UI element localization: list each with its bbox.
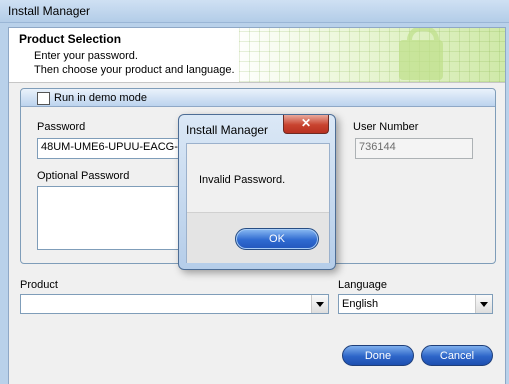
optional-password-label: Optional Password [37, 170, 130, 182]
product-label: Product [20, 279, 58, 291]
done-button[interactable]: Done [342, 345, 414, 366]
chevron-down-icon[interactable] [475, 295, 492, 313]
cancel-button[interactable]: Cancel [421, 345, 493, 366]
banner-title: Product Selection [19, 32, 122, 46]
product-selection-banner: Product Selection Enter your password. T… [9, 28, 505, 83]
window-title: Install Manager [8, 4, 91, 18]
product-select[interactable] [20, 294, 329, 314]
password-label: Password [37, 121, 86, 133]
language-select[interactable]: English [338, 294, 493, 314]
lock-icon [399, 28, 443, 80]
dialog-title: Install Manager [186, 123, 269, 137]
banner-instruction-1: Enter your password. [34, 50, 138, 62]
window-titlebar: Install Manager [0, 0, 509, 23]
dialog-message: Invalid Password. [199, 174, 286, 186]
password-input[interactable]: 48UM-UME6-UPUU-EACG-J6 [37, 138, 189, 159]
chevron-down-icon[interactable] [311, 295, 328, 313]
dialog-body: Invalid Password. OK [186, 143, 330, 263]
language-label: Language [338, 279, 387, 291]
dialog-message-area: Invalid Password. [187, 144, 329, 212]
optional-password-input[interactable] [37, 186, 189, 250]
user-number-label: User Number [353, 121, 419, 133]
close-icon[interactable] [283, 115, 329, 134]
banner-grid-graphic [239, 28, 505, 82]
banner-instruction-2: Then choose your product and language. [34, 64, 235, 76]
language-selected-value: English [342, 298, 379, 310]
demo-mode-label[interactable]: Run in demo mode [54, 92, 147, 104]
dialog-button-area: OK [187, 212, 329, 263]
demo-mode-header: Run in demo mode [21, 89, 495, 107]
user-number-field: 736144 [355, 138, 473, 159]
ok-button[interactable]: OK [235, 228, 319, 250]
invalid-password-dialog: Install Manager Invalid Password. OK [178, 114, 336, 270]
checkbox-icon[interactable] [37, 92, 50, 105]
